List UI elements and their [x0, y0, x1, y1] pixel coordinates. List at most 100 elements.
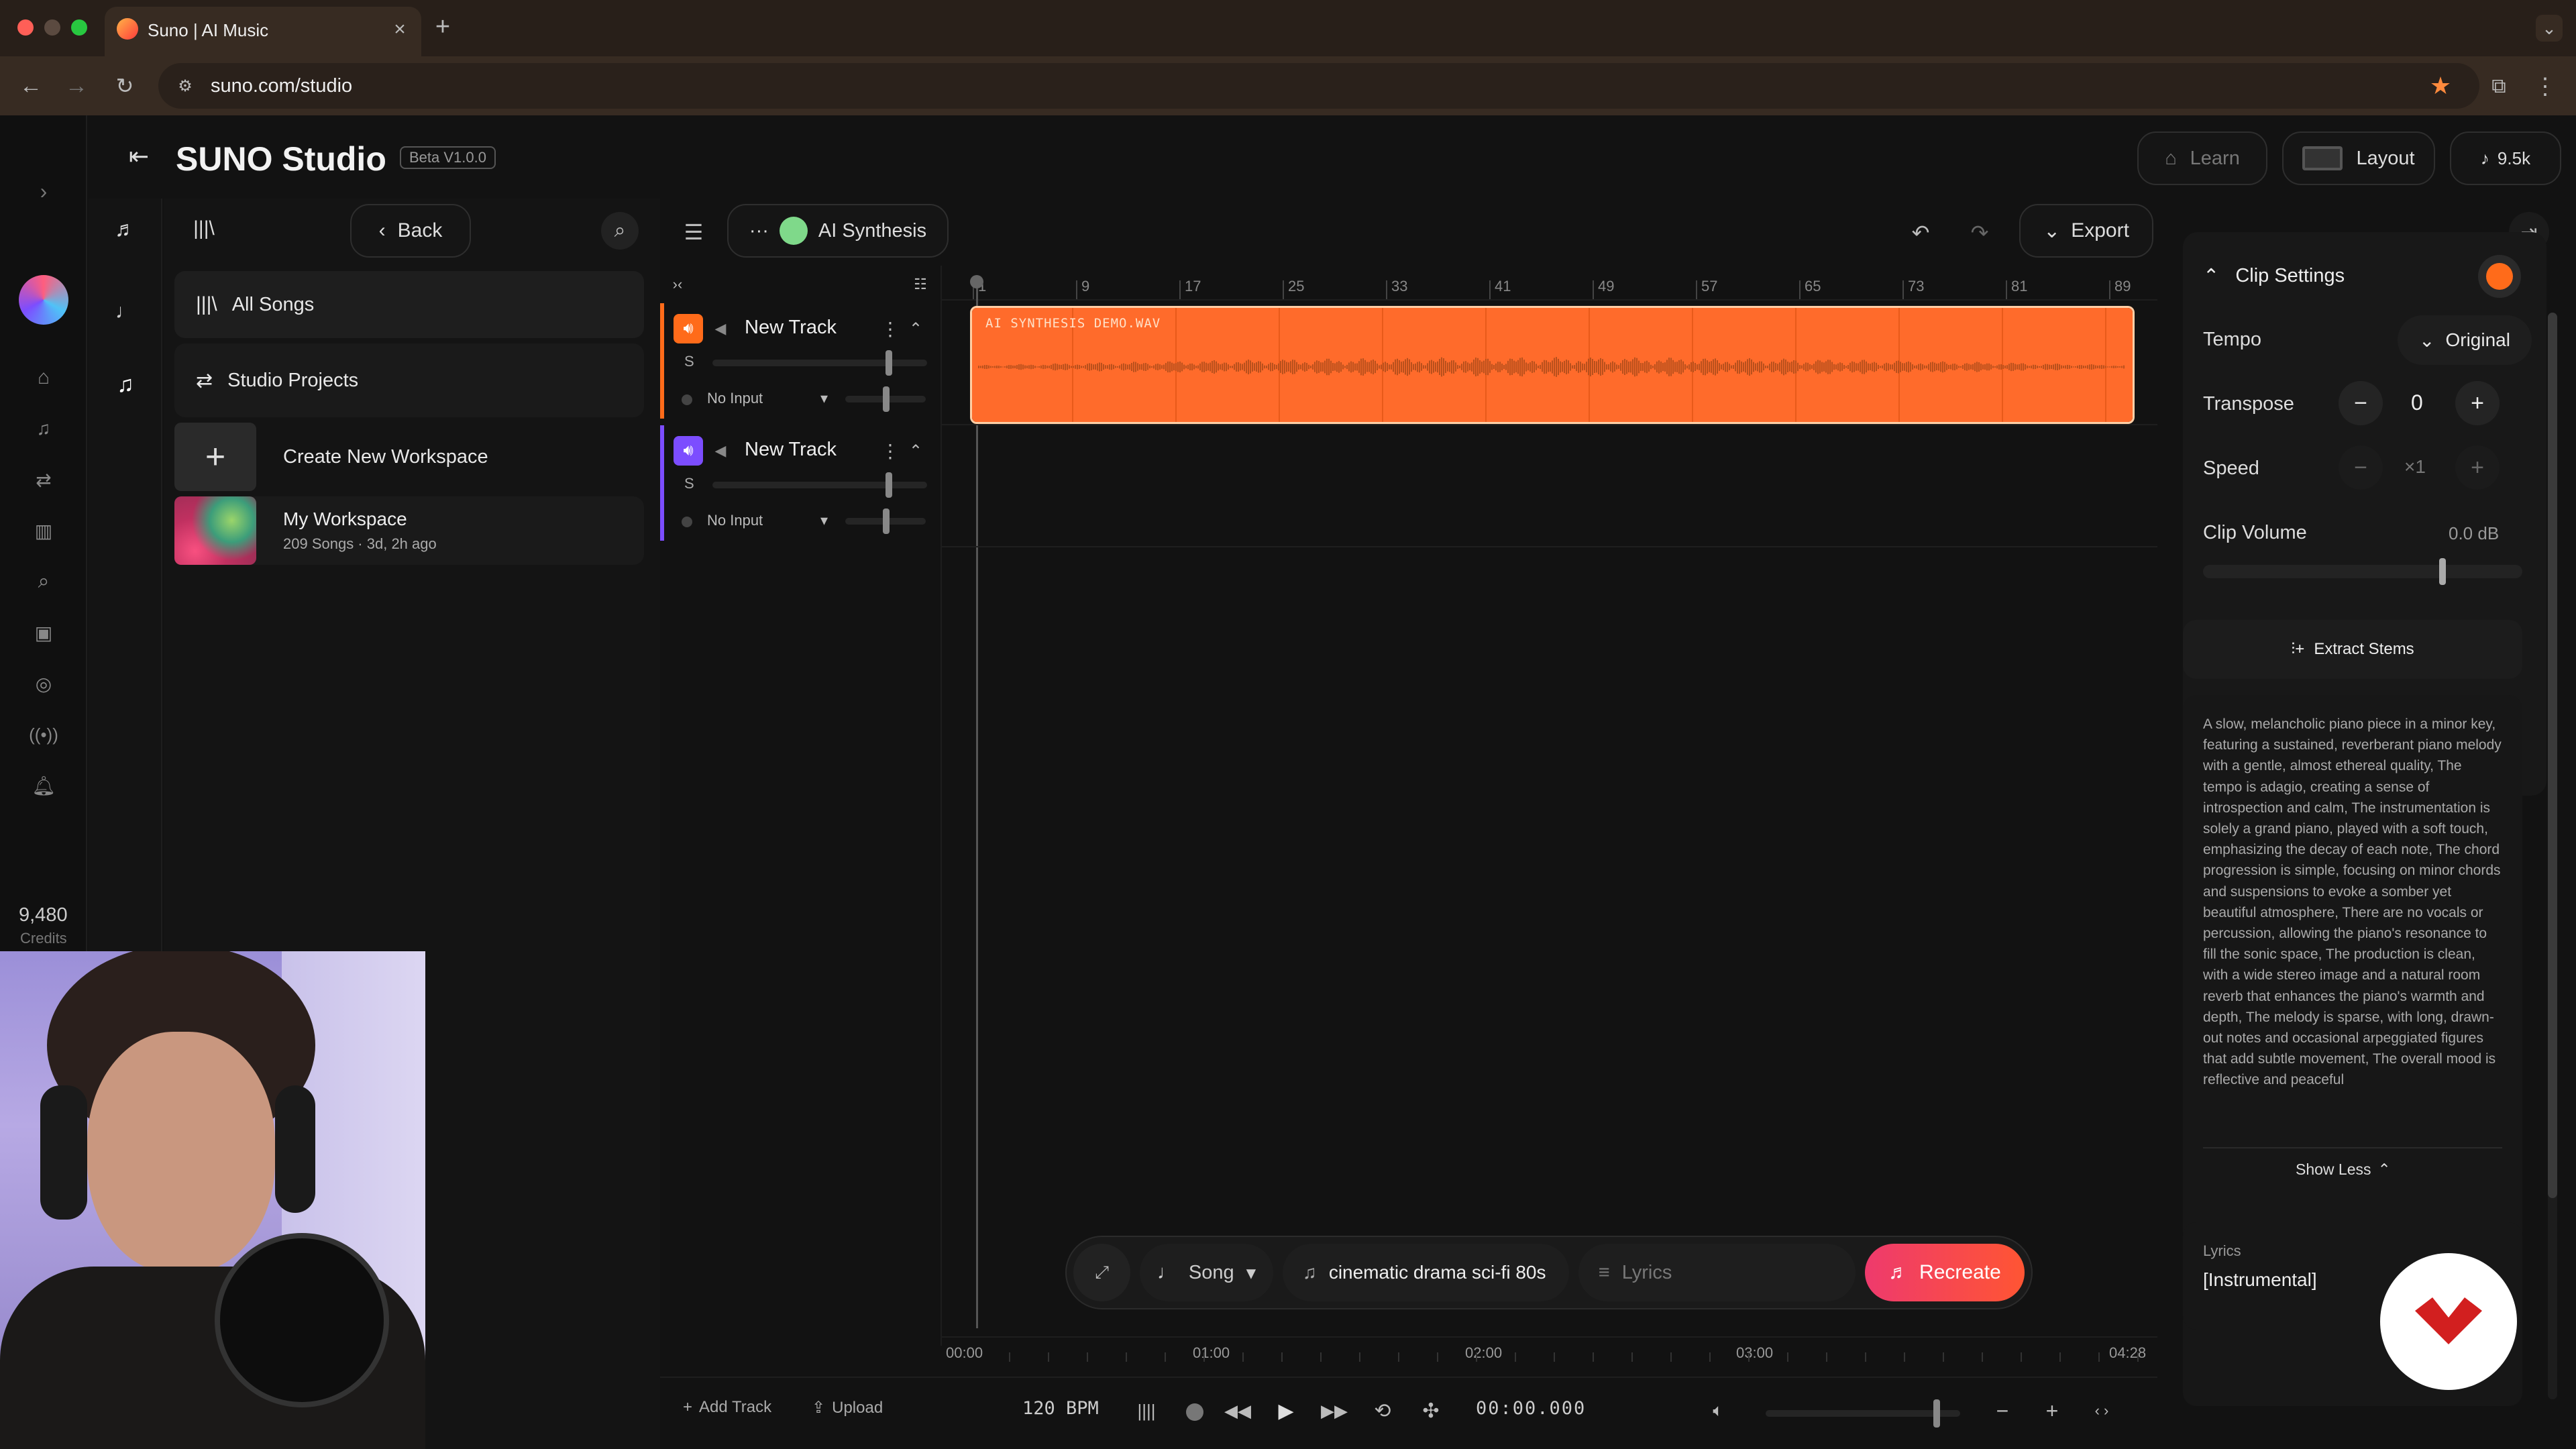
track-2-input-select[interactable]: No Input ▾ [707, 507, 828, 534]
library-item-all-songs[interactable]: |||\ All Songs [174, 271, 644, 338]
undo-icon[interactable]: ↶ [1904, 216, 1937, 250]
lyrics-input[interactable]: ≡ Lyrics [1578, 1244, 1856, 1301]
create-track-icon[interactable]: ♬ [109, 212, 142, 246]
close-window-button[interactable] [17, 19, 34, 36]
track-1-mute-icon[interactable]: ◀ [708, 317, 733, 341]
style-input[interactable]: ♫ cinematic drama sci-fi 80s [1282, 1244, 1569, 1301]
track-1-volume-handle[interactable] [885, 350, 892, 376]
extensions-icon[interactable]: ⧉ [2482, 70, 2516, 103]
track-1-speaker-icon[interactable]: 🔊︎ [674, 314, 703, 343]
expand-sidebar-icon[interactable]: › [27, 174, 60, 208]
track-2-record-icon[interactable] [682, 517, 692, 527]
radio-icon[interactable]: ((•)) [27, 718, 60, 751]
zoom-in-icon[interactable]: + [2035, 1394, 2069, 1428]
browser-menu-icon[interactable]: ⋮ [2532, 70, 2559, 103]
exit-studio-icon[interactable]: ⇤ [122, 140, 156, 173]
track-2-pan-handle[interactable] [883, 508, 890, 534]
snap-icon[interactable]: ✣ [1414, 1394, 1448, 1428]
track-1-name[interactable]: New Track [745, 317, 837, 339]
audio-clip[interactable]: AI SYNTHESIS DEMO.WAV [970, 306, 2135, 424]
loop-icon[interactable]: ⟲ [1366, 1394, 1399, 1428]
create-icon[interactable]: ♫ [27, 412, 60, 445]
add-track-button[interactable]: + Add Track [683, 1398, 771, 1417]
tab-search-icon[interactable]: ⌄ [2536, 15, 2563, 42]
tempo-select[interactable]: ⌄ Original [2398, 315, 2532, 365]
studio-icon[interactable]: ⇄ [27, 463, 60, 496]
minimize-window-button[interactable] [44, 19, 60, 36]
layout-button[interactable]: Layout [2282, 131, 2435, 185]
export-button[interactable]: ⌄ Export [2019, 204, 2153, 258]
track-2-mute-icon[interactable]: ◀ [708, 439, 733, 463]
collapse-arrows-icon[interactable]: ›‹ [664, 271, 691, 298]
double-note-icon[interactable]: ♫ [109, 368, 142, 401]
extract-stems-button[interactable]: ⫶+ Extract Stems [2183, 620, 2522, 679]
transpose-minus-button[interactable]: − [2339, 381, 2383, 425]
track-header-1[interactable]: 🔊︎ ◀ New Track ⋮ ⌃ S No Input ▾ [660, 303, 942, 419]
reload-icon[interactable]: ↻ [109, 70, 141, 102]
metronome-icon[interactable]: |||| [1130, 1394, 1163, 1428]
track-2-name[interactable]: New Track [745, 439, 837, 461]
user-avatar[interactable] [19, 275, 68, 325]
list-view-icon[interactable]: ☰ [674, 212, 714, 252]
fast-forward-icon[interactable]: ▶▶ [1318, 1394, 1351, 1428]
library-item-studio-projects[interactable]: ⇄ Studio Projects [174, 343, 644, 417]
arrangement-area[interactable]: 1 9 17 25 33 41 49 57 65 73 81 89 AI SYNTHESIS DEMO… [942, 266, 2157, 1362]
clip-volume-slider[interactable] [2203, 565, 2522, 578]
record-button[interactable] [1186, 1403, 1203, 1421]
new-tab-icon[interactable]: + [429, 13, 456, 41]
back-button[interactable]: ‹ Back [350, 204, 471, 258]
project-selector[interactable]: ··· AI Synthesis [727, 204, 949, 258]
redo-icon[interactable]: ↷ [1963, 216, 1996, 250]
fit-width-icon[interactable]: ‹ › [2085, 1394, 2118, 1428]
notifications-bell-icon[interactable]: 🔔︎ [27, 769, 60, 802]
play-icon[interactable]: ▶ [1269, 1394, 1303, 1428]
video-icon[interactable]: ▣ [27, 616, 60, 649]
track-1-menu-icon[interactable]: ⋮ [880, 315, 900, 342]
speed-plus-button[interactable]: + [2455, 445, 2500, 490]
clip-settings-header[interactable]: ⌃ Clip Settings [2203, 264, 2345, 288]
create-workspace-item[interactable]: + Create New Workspace [174, 423, 644, 491]
bookmark-star-icon[interactable]: ★ [2426, 71, 2455, 101]
library-search-icon[interactable]: ⌕ [601, 212, 639, 250]
maximize-window-button[interactable] [71, 19, 87, 36]
panel-scrollbar-thumb[interactable] [2548, 313, 2557, 1198]
rewind-icon[interactable]: ◀◀ [1221, 1394, 1254, 1428]
library-icon[interactable]: ▥ [27, 514, 60, 547]
track-settings-icon[interactable]: ☷ [907, 271, 934, 298]
expand-icon[interactable]: ⤢ [1073, 1244, 1131, 1301]
mode-select[interactable]: ♩ Song ▾ [1140, 1244, 1273, 1301]
workspace-item[interactable]: My Workspace 209 Songs · 3d, 2h ago [174, 496, 644, 565]
learn-button[interactable]: ⌂ Learn [2137, 131, 2267, 185]
transpose-plus-button[interactable]: + [2455, 381, 2500, 425]
track-2-menu-icon[interactable]: ⋮ [880, 437, 900, 464]
explore-icon[interactable]: ◎ [27, 667, 60, 700]
track-1-solo[interactable]: S [684, 353, 694, 370]
track-2-collapse-icon[interactable]: ⌃ [906, 437, 926, 464]
close-tab-icon[interactable]: × [386, 16, 413, 43]
url-field[interactable]: ⚙ suno.com/studio ★ [158, 63, 2479, 109]
track-1-collapse-icon[interactable]: ⌃ [906, 315, 926, 342]
master-volume-icon[interactable]: 🔈︎ [1701, 1394, 1735, 1428]
track-1-input-select[interactable]: No Input ▾ [707, 385, 828, 412]
zoom-out-icon[interactable]: − [1986, 1394, 2019, 1428]
track-2-speaker-icon[interactable]: 🔊︎ [674, 436, 703, 466]
track-2-volume-slider[interactable] [712, 482, 927, 488]
time-ruler[interactable]: 00:00 01:00 02:00 03:00 04:28 [942, 1336, 2157, 1370]
library-stack-icon[interactable]: |||\ [184, 212, 224, 246]
track-1-pan-handle[interactable] [883, 386, 890, 412]
single-note-icon[interactable]: ♩ [109, 295, 142, 329]
speed-minus-button[interactable]: − [2339, 445, 2383, 490]
track-2-solo[interactable]: S [684, 475, 694, 492]
clip-color-button[interactable] [2478, 255, 2521, 298]
panel-scrollbar[interactable] [2548, 313, 2557, 1399]
clip-volume-handle[interactable] [2439, 558, 2446, 585]
forward-nav-icon[interactable]: → [60, 70, 93, 102]
playhead-handle[interactable] [970, 275, 983, 288]
home-icon[interactable]: ⌂ [27, 361, 60, 394]
master-volume-handle[interactable] [1933, 1399, 1940, 1428]
track-header-2[interactable]: 🔊︎ ◀ New Track ⋮ ⌃ S No Input ▾ [660, 425, 942, 541]
track-2-volume-handle[interactable] [885, 472, 892, 498]
back-nav-icon[interactable]: ← [15, 70, 47, 102]
site-info-icon[interactable]: ⚙ [172, 72, 199, 99]
bpm-display[interactable]: 120 BPM [1022, 1398, 1099, 1419]
